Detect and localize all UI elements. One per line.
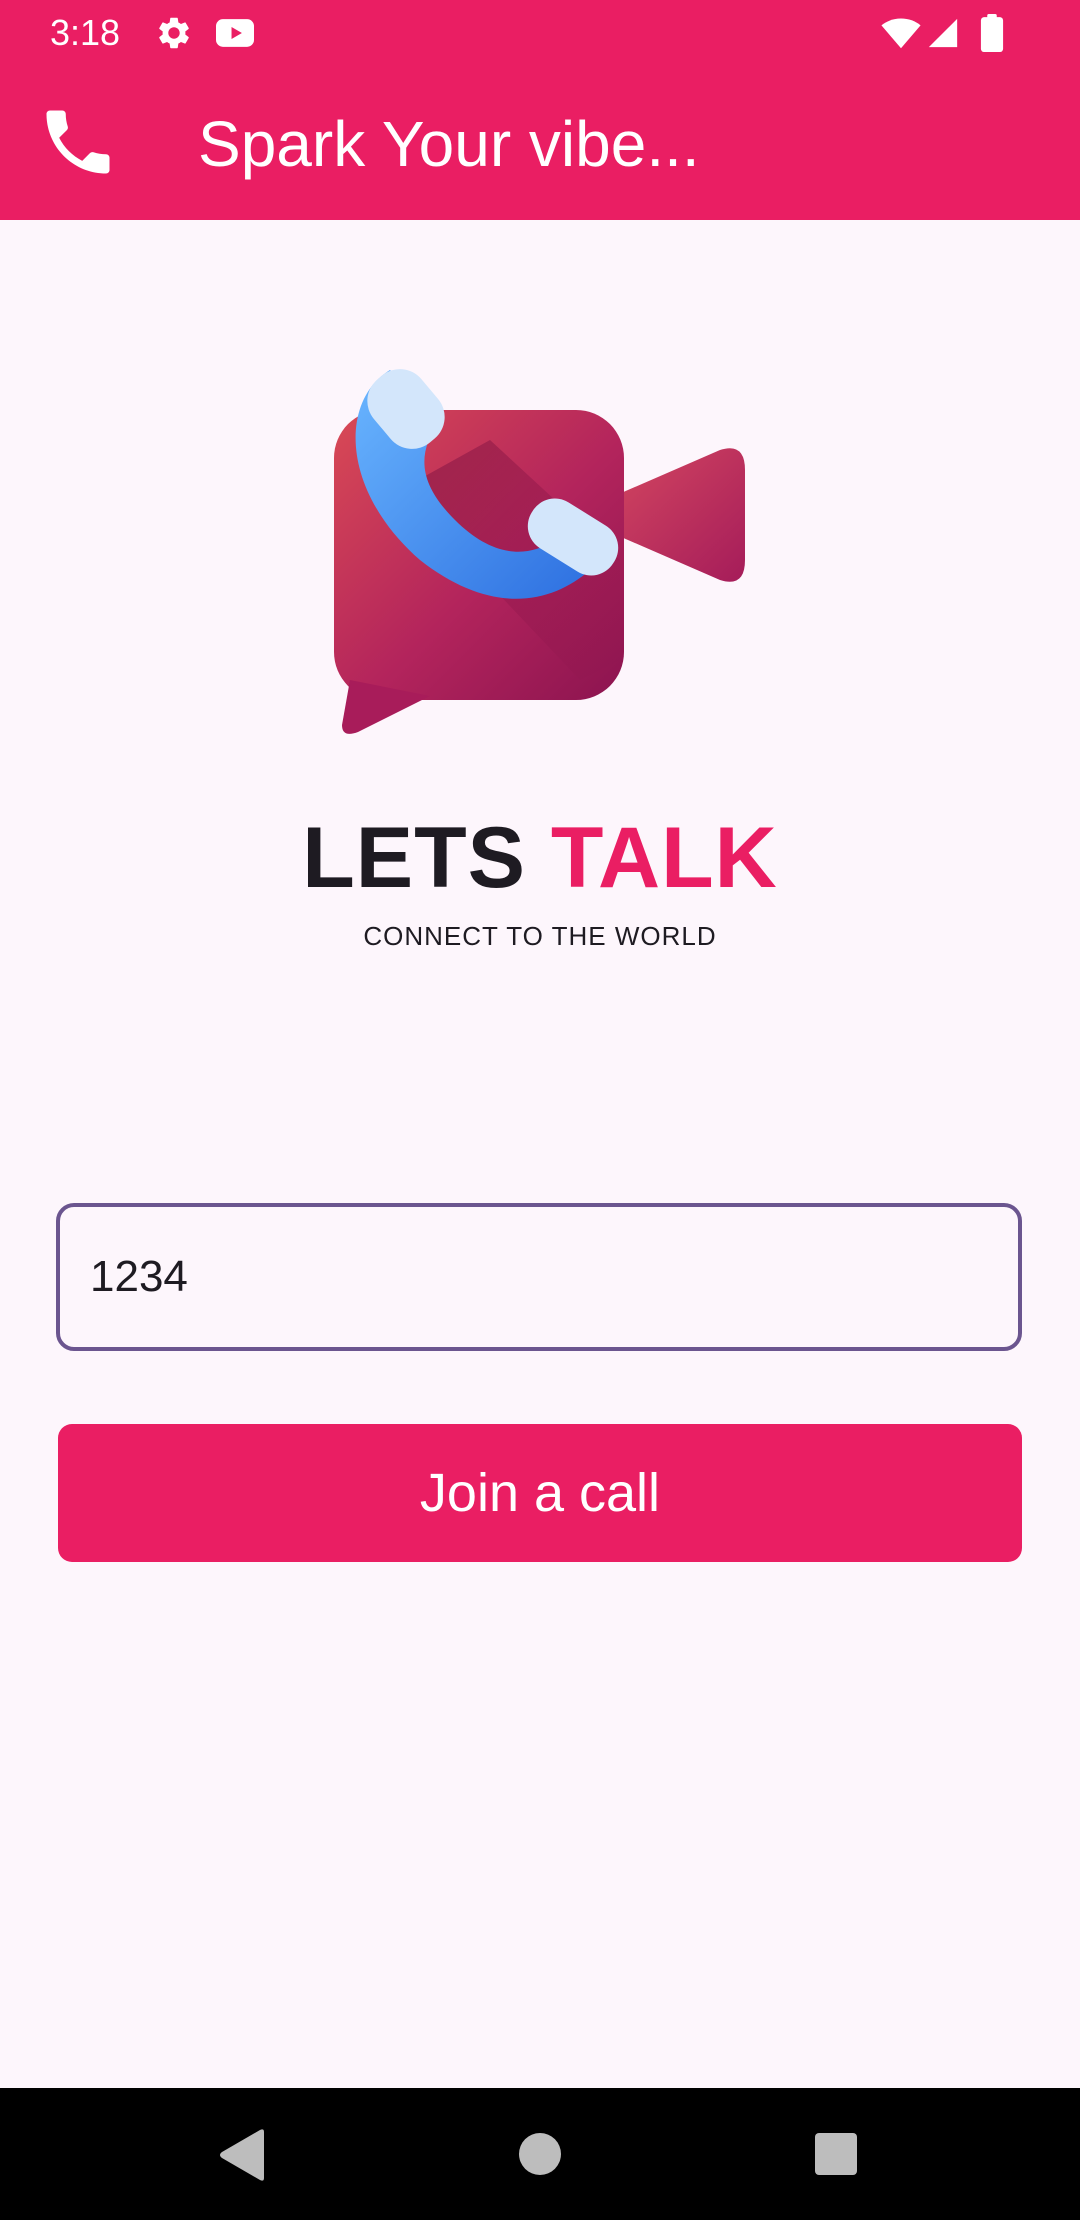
home-icon[interactable]	[518, 2132, 562, 2176]
gear-icon	[159, 17, 189, 49]
brand-title: LETS TALK	[0, 808, 1080, 908]
status-bar: 3:18	[0, 0, 1080, 66]
tagline: CONNECT TO THE WORLD	[363, 921, 717, 951]
status-time: 3:18	[50, 12, 121, 53]
call-code-field[interactable]	[56, 1203, 1022, 1351]
app-bar-title: Spark Your vibe...	[198, 108, 700, 180]
brand-title-part1: LETS	[302, 810, 526, 906]
phone-icon[interactable]	[36, 100, 120, 184]
back-icon[interactable]	[218, 2128, 266, 2182]
navigation-bar	[0, 2088, 1080, 2220]
recents-icon[interactable]	[814, 2132, 858, 2176]
signal-icon	[928, 18, 958, 48]
app-bar: Spark Your vibe...	[0, 66, 1080, 220]
join-call-button[interactable]: Join a call	[58, 1424, 1022, 1562]
video-call-logo	[334, 369, 745, 734]
battery-icon	[980, 14, 1004, 52]
brand-title-part2: TALK	[550, 810, 778, 906]
wifi-icon	[881, 18, 921, 49]
youtube-icon	[216, 19, 254, 47]
